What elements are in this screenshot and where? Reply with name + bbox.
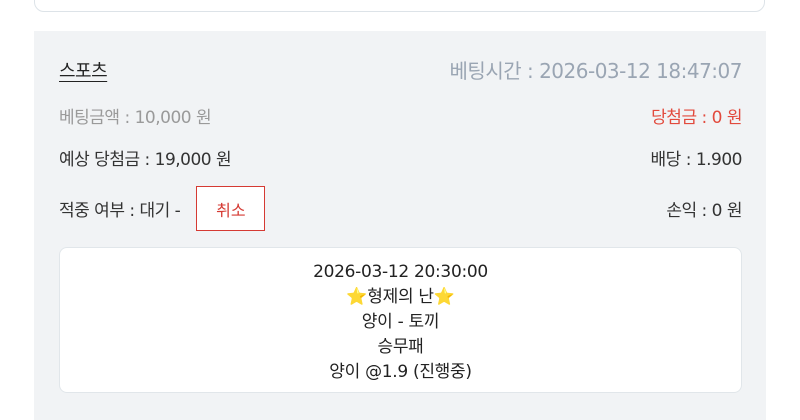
hit-status: 적중 여부 : 대기 - [59, 201, 181, 221]
bet-amount: 베팅금액 : 10,000 원 [59, 108, 212, 128]
bet-pick: 양이 @1.9 (진행중) [329, 362, 472, 382]
win-amount: 당첨금 : 0 원 [651, 108, 742, 128]
star-icon: ⭐ [433, 287, 455, 307]
expected-row: 예상 당첨금 : 19,000 원 배당 : 1.900 [59, 145, 743, 170]
hit-status-group: 적중 여부 : 대기 - 취소 [59, 186, 266, 231]
cancel-button[interactable]: 취소 [196, 186, 266, 231]
match-teams: 양이 - 토끼 [361, 312, 440, 332]
previous-bet-card [34, 0, 765, 12]
bet-card: 스포츠 베팅시간 : 2026-03-12 18:47:07 베팅금액 : 10… [34, 31, 766, 420]
page: 스포츠 베팅시간 : 2026-03-12 18:47:07 베팅금액 : 10… [0, 0, 800, 420]
league-name: 형제의 난 [367, 287, 434, 307]
bet-time: 베팅시간 : 2026-03-12 18:47:07 [449, 59, 743, 83]
profit-loss: 손익 : 0 원 [666, 201, 742, 221]
bet-detail-box: 2026-03-12 20:30:00 ⭐형제의 난⭐ 양이 - 토끼 승무패 … [59, 247, 742, 393]
market-type: 승무패 [377, 337, 424, 357]
star-icon: ⭐ [346, 287, 368, 307]
bet-amount-row: 베팅금액 : 10,000 원 당첨금 : 0 원 [59, 103, 742, 128]
odds: 배당 : 1.900 [650, 150, 743, 170]
bet-header-row: 스포츠 베팅시간 : 2026-03-12 18:47:07 [59, 55, 743, 84]
status-row: 적중 여부 : 대기 - 취소 손익 : 0 원 [59, 186, 742, 231]
expected-win: 예상 당첨금 : 19,000 원 [59, 150, 232, 170]
bet-category-link[interactable]: 스포츠 [59, 57, 108, 83]
league-line: ⭐형제의 난⭐ [60, 285, 741, 310]
match-time: 2026-03-12 20:30:00 [313, 262, 488, 282]
